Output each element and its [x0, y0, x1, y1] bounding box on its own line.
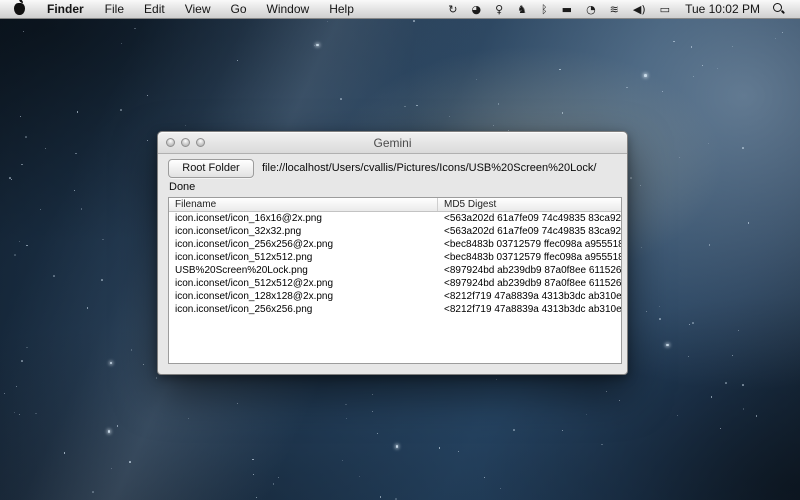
minimize-button[interactable]: [181, 138, 190, 147]
volume-icon[interactable]: ◀): [626, 0, 653, 19]
table-row[interactable]: icon.iconset/icon_512x512.png <bec8483b …: [169, 251, 621, 264]
md5-cell: <bec8483b 03712579 ffec098a a9555180>: [437, 251, 621, 264]
zoom-button[interactable]: [196, 138, 205, 147]
traffic-lights: [166, 138, 205, 147]
digest-table: Filename MD5 Digest icon.iconset/icon_16…: [168, 197, 622, 364]
table-row[interactable]: icon.iconset/icon_32x32.png <563a202d 61…: [169, 225, 621, 238]
table-body: icon.iconset/icon_16x16@2x.png <563a202d…: [169, 212, 621, 363]
menu-bar-status-area: ↻◕♀♞ᛒ▬◔≋◀)▭ Tue 10:02 PM: [441, 0, 792, 18]
status-text: Done: [169, 181, 195, 193]
sync-icon[interactable]: ↻: [441, 0, 464, 19]
key-icon[interactable]: ♀: [488, 0, 510, 19]
md5-cell: <563a202d 61a7fe09 74c49835 83ca92e1>: [437, 225, 621, 238]
table-row[interactable]: icon.iconset/icon_512x512@2x.png <897924…: [169, 277, 621, 290]
md5-cell: <8212f719 47a8839a 4313b3dc ab310e39>: [437, 303, 621, 316]
evernote-icon[interactable]: ♞: [510, 0, 534, 19]
menu-bar-menus: FinderFileEditViewGoWindowHelp: [37, 0, 364, 18]
table-row[interactable]: icon.iconset/icon_16x16@2x.png <563a202d…: [169, 212, 621, 225]
battery-icon[interactable]: ▭: [653, 0, 677, 19]
root-folder-path: file://localhost/Users/cvallis/Pictures/…: [262, 159, 619, 178]
table-row[interactable]: icon.iconset/icon_256x256.png <8212f719 …: [169, 303, 621, 316]
root-folder-button[interactable]: Root Folder: [168, 159, 254, 178]
filename-cell: icon.iconset/icon_512x512@2x.png: [169, 277, 437, 290]
filename-cell: icon.iconset/icon_512x512.png: [169, 251, 437, 264]
filename-cell: icon.iconset/icon_256x256@2x.png: [169, 238, 437, 251]
menu-bar: FinderFileEditViewGoWindowHelp ↻◕♀♞ᛒ▬◔≋◀…: [0, 0, 800, 19]
wifi-icon[interactable]: ≋: [603, 0, 626, 19]
menu-item[interactable]: View: [175, 0, 221, 19]
round-app-icon[interactable]: ◕: [465, 0, 489, 19]
close-button[interactable]: [166, 138, 175, 147]
filename-cell: icon.iconset/icon_256x256.png: [169, 303, 437, 316]
table-row[interactable]: USB%20Screen%20Lock.png <897924bd ab239d…: [169, 264, 621, 277]
display-icon[interactable]: ▬: [555, 0, 579, 19]
filename-cell: icon.iconset/icon_16x16@2x.png: [169, 212, 437, 225]
menu-item[interactable]: Window: [257, 0, 320, 19]
menu-item[interactable]: Edit: [134, 0, 175, 19]
apple-menu-icon[interactable]: [14, 3, 25, 15]
menu-item[interactable]: Go: [221, 0, 257, 19]
column-header-filename[interactable]: Filename: [169, 198, 437, 211]
column-header-md5[interactable]: MD5 Digest: [437, 198, 621, 211]
filename-cell: USB%20Screen%20Lock.png: [169, 264, 437, 277]
gemini-window: Gemini Root Folder file://localhost/User…: [157, 131, 628, 375]
md5-cell: <897924bd ab239db9 87a0f8ee 611526c5>: [437, 264, 621, 277]
status-icons: ↻◕♀♞ᛒ▬◔≋◀)▭: [441, 0, 677, 18]
spotlight-icon[interactable]: [772, 2, 786, 16]
time-machine-icon[interactable]: ◔: [579, 0, 603, 19]
filename-cell: icon.iconset/icon_128x128@2x.png: [169, 290, 437, 303]
menu-bar-clock[interactable]: Tue 10:02 PM: [677, 2, 768, 16]
filename-cell: icon.iconset/icon_32x32.png: [169, 225, 437, 238]
bluetooth-icon[interactable]: ᛒ: [534, 0, 555, 19]
table-row[interactable]: icon.iconset/icon_256x256@2x.png <bec848…: [169, 238, 621, 251]
menu-item[interactable]: File: [95, 0, 134, 19]
title-bar[interactable]: Gemini: [158, 132, 627, 154]
md5-cell: <8212f719 47a8839a 4313b3dc ab310e39>: [437, 290, 621, 303]
table-row[interactable]: icon.iconset/icon_128x128@2x.png <8212f7…: [169, 290, 621, 303]
window-title: Gemini: [158, 132, 627, 154]
menu-item[interactable]: Finder: [37, 0, 95, 19]
md5-cell: <bec8483b 03712579 ffec098a a9555180>: [437, 238, 621, 251]
menu-item[interactable]: Help: [319, 0, 364, 19]
md5-cell: <563a202d 61a7fe09 74c49835 83ca92e1>: [437, 212, 621, 225]
table-header: Filename MD5 Digest: [169, 198, 621, 212]
md5-cell: <897924bd ab239db9 87a0f8ee 611526c5>: [437, 277, 621, 290]
